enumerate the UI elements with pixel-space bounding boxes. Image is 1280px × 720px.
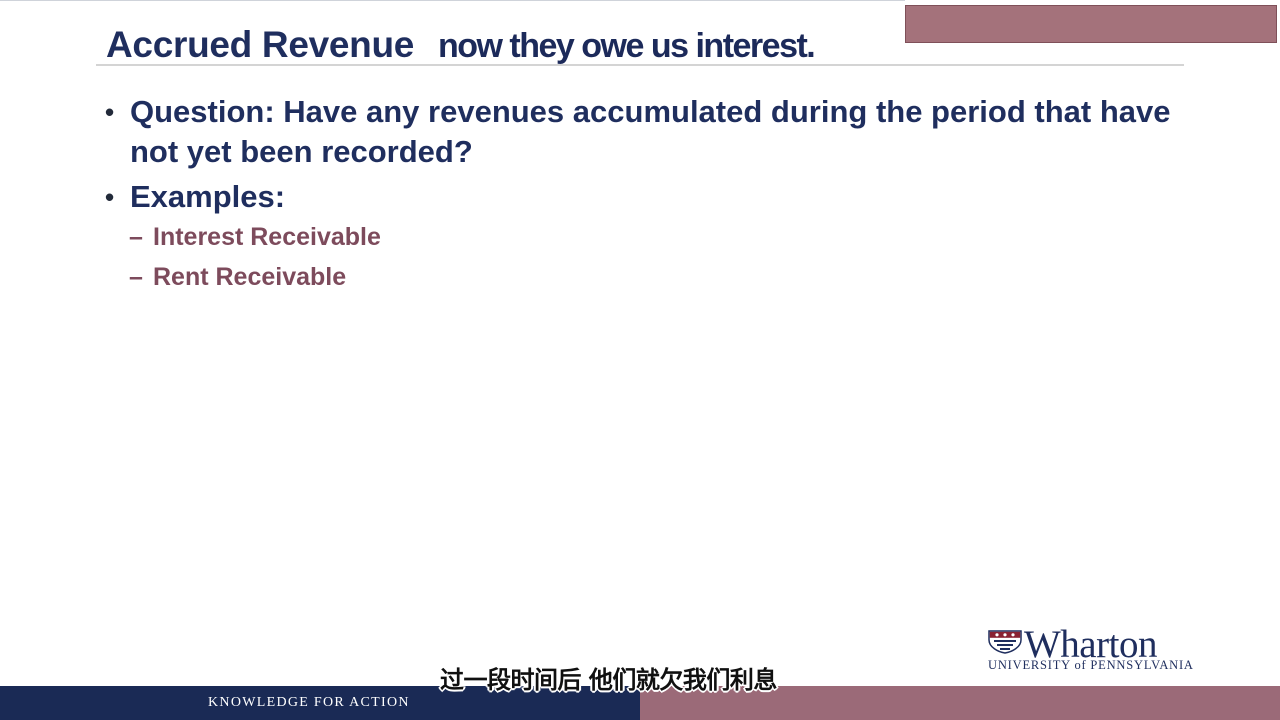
english-subtitle-caption: now they owe us interest. xyxy=(438,27,816,65)
top-rule xyxy=(0,0,905,1)
chinese-subtitle-caption: 过一段时间后 他们就欠我们利息 xyxy=(440,666,777,694)
bullet-marker: • xyxy=(105,182,115,212)
bullet-text: Examples: xyxy=(130,179,286,214)
penn-shield-icon xyxy=(988,630,1022,654)
sub-item-interest-receivable: – Interest Receivable xyxy=(105,217,1185,257)
bullet-text: Question: Have any revenues accumulated … xyxy=(130,94,1171,169)
bullet-examples: • Examples: xyxy=(105,177,1185,217)
bullet-marker: • xyxy=(105,97,115,127)
sub-item-text: Interest Receivable xyxy=(153,223,381,251)
wharton-logo: Wharton UNIVERSITY of PENNSYLVANIA xyxy=(988,623,1194,672)
bullet-list: • Question: Have any revenues accumulate… xyxy=(105,92,1185,297)
footer-tagline: KNOWLEDGE FOR ACTION xyxy=(208,695,410,710)
logo-subtitle: UNIVERSITY of PENNSYLVANIA xyxy=(988,658,1194,672)
slide: Accrued Revenue now they owe us interest… xyxy=(0,0,1280,720)
bullet-question: • Question: Have any revenues accumulate… xyxy=(105,92,1185,172)
sub-marker: – xyxy=(129,223,143,251)
slide-title: Accrued Revenue xyxy=(106,24,415,65)
sub-item-text: Rent Receivable xyxy=(153,263,347,291)
top-right-banner xyxy=(905,5,1277,43)
title-divider xyxy=(96,64,1184,66)
sub-marker: – xyxy=(129,263,143,291)
sub-item-rent-receivable: – Rent Receivable xyxy=(105,257,1185,297)
